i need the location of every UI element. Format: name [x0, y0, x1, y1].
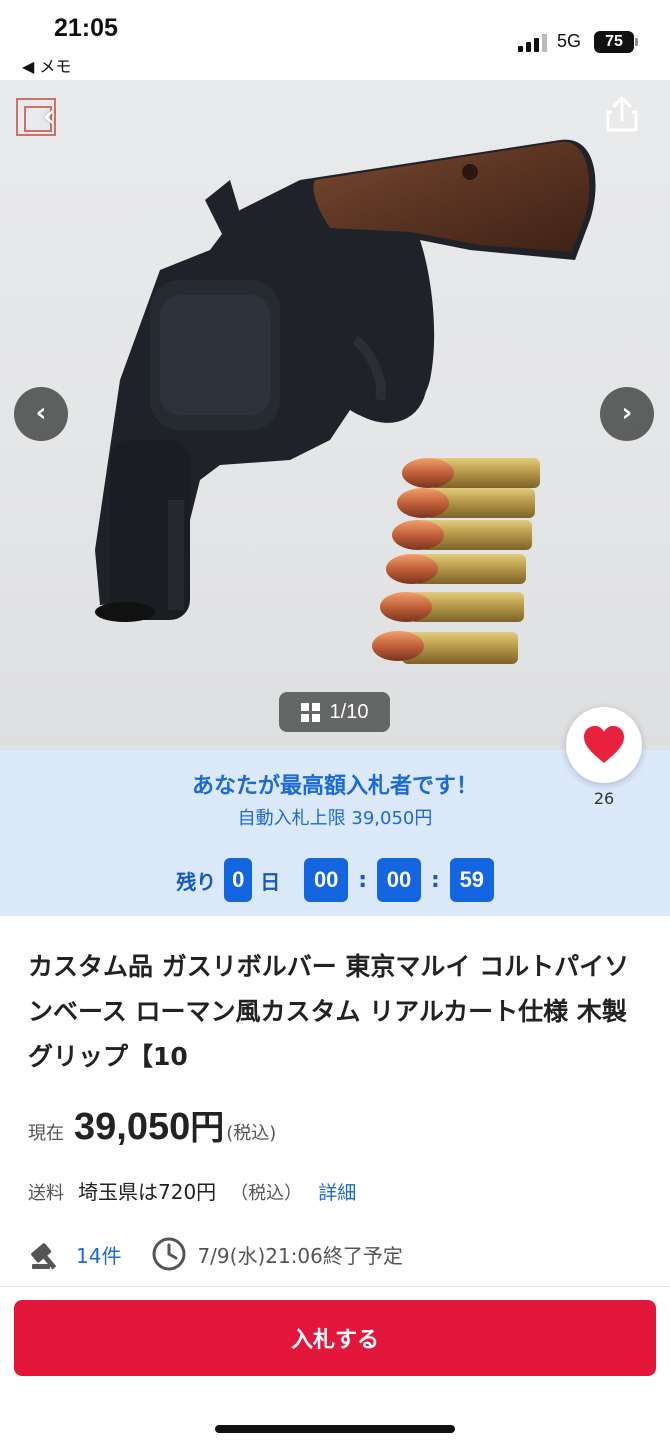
- heart-icon: [584, 726, 624, 763]
- shipping-tax-note: （税込）: [230, 1183, 303, 1204]
- home-indicator[interactable]: [215, 1425, 455, 1433]
- shipping-label: 送料: [28, 1183, 64, 1204]
- next-image-button[interactable]: ›: [600, 387, 654, 441]
- divider: [0, 1286, 670, 1287]
- countdown-minutes: 00: [377, 858, 421, 902]
- share-icon[interactable]: [600, 92, 644, 136]
- back-chevron-icon[interactable]: ‹: [32, 96, 66, 136]
- favorite-button[interactable]: [566, 707, 642, 783]
- bid-status-banner: あなたが最高額入札者です！ 自動入札上限 39,050円 残り 0 日 00 :…: [0, 750, 670, 916]
- favorite-count: 26: [593, 789, 615, 808]
- battery-icon: 75: [594, 31, 634, 53]
- auction-end-time: 7/9(水)21:06終了予定: [197, 1243, 403, 1268]
- battery-tip: [635, 38, 638, 46]
- time-separator: :: [358, 867, 367, 893]
- price-tax-note: (税込): [226, 1123, 277, 1144]
- place-bid-button[interactable]: 入札する: [14, 1300, 656, 1376]
- back-to-app-link[interactable]: ◀ メモ: [22, 53, 71, 77]
- item-title: カスタム品 ガスリボルバー 東京マルイ コルトパイソンベース ローマン風カスタム…: [28, 952, 630, 1071]
- shipping-value: 埼玉県は720円: [78, 1180, 217, 1204]
- image-counter[interactable]: 1/10: [279, 692, 390, 732]
- countdown-seconds: 59: [449, 858, 494, 902]
- day-unit: 日: [260, 869, 281, 894]
- image-counter-text: 1/10: [329, 700, 369, 723]
- current-price: 現在 39,050 円 (税込): [28, 1100, 276, 1149]
- time-separator: :: [431, 867, 440, 893]
- countdown-hours: 00: [304, 858, 349, 902]
- price-label: 現在: [28, 1123, 64, 1144]
- clock-icon: [152, 1237, 186, 1271]
- previous-image-button[interactable]: ‹: [14, 387, 68, 441]
- shipping-info: 送料 埼玉県は720円 （税込） 詳細: [28, 1176, 356, 1205]
- remaining-label: 残り: [176, 869, 217, 894]
- network-type: 5G: [557, 31, 582, 51]
- product-photo: [95, 139, 596, 664]
- status-time: 21:05: [54, 14, 118, 42]
- shipping-detail-link[interactable]: 詳細: [318, 1178, 356, 1205]
- auction-meta: 14件 7/9(水)21:06終了予定: [28, 1236, 403, 1272]
- bid-count-link[interactable]: 14件: [76, 1240, 121, 1269]
- signal-icon: [518, 34, 548, 52]
- countdown-days: 0: [224, 858, 253, 902]
- price-value: 39,050: [74, 1106, 191, 1148]
- grid-icon: [300, 702, 320, 722]
- countdown-timer: 残り 0 日 00 : 00 : 59: [0, 858, 670, 902]
- gavel-icon: [31, 1243, 57, 1270]
- product-image-gallery[interactable]: ‹ ‹ › 1/10: [0, 80, 670, 750]
- price-unit: 円: [190, 1108, 225, 1148]
- cartridges: [372, 458, 540, 664]
- status-bar: 21:05 ◀ メモ 5G 75: [0, 0, 670, 80]
